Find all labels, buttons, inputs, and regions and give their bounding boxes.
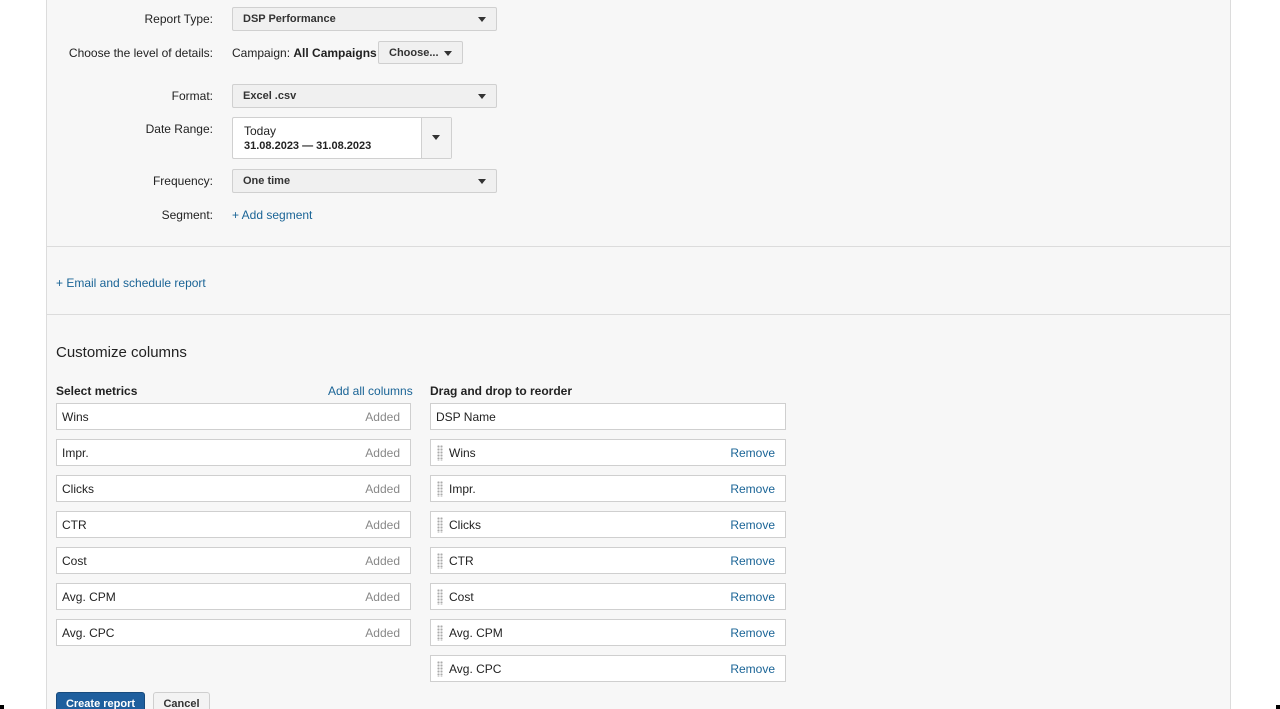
metric-row[interactable]: Impr. Added: [56, 439, 411, 466]
added-status: Added: [365, 626, 400, 640]
selected-column-name: Wins: [449, 446, 476, 460]
selected-column-name: Impr.: [449, 482, 476, 496]
cancel-button[interactable]: Cancel: [153, 692, 210, 709]
window-corner: [1276, 705, 1280, 709]
fixed-column-name: DSP Name: [436, 410, 496, 424]
metric-name: Clicks: [62, 482, 94, 496]
level-label: Choose the level of details:: [68, 46, 213, 60]
chevron-down-icon: [478, 94, 486, 99]
metric-name: Avg. CPC: [62, 626, 115, 640]
report-type-label: Report Type:: [144, 12, 213, 26]
date-range-label: Date Range:: [145, 122, 213, 136]
email-schedule-link[interactable]: + Email and schedule report: [56, 276, 206, 290]
metric-row[interactable]: CTR Added: [56, 511, 411, 538]
selected-column-name: Avg. CPC: [449, 662, 502, 676]
window-corner: [0, 705, 4, 709]
date-range-picker[interactable]: Today 31.08.2023 — 31.08.2023: [232, 117, 452, 159]
selected-column-row[interactable]: Cost Remove: [430, 583, 786, 610]
drag-handle-icon[interactable]: [437, 553, 443, 569]
metric-name: Impr.: [62, 446, 89, 460]
drag-handle-icon[interactable]: [437, 445, 443, 461]
drag-handle-icon[interactable]: [437, 661, 443, 677]
selected-column-row[interactable]: Clicks Remove: [430, 511, 786, 538]
drag-handle-icon[interactable]: [437, 589, 443, 605]
selected-column-name: Avg. CPM: [449, 626, 503, 640]
choose-button[interactable]: Choose...: [378, 41, 463, 64]
metric-row[interactable]: Wins Added: [56, 403, 411, 430]
selected-column-name: CTR: [449, 554, 474, 568]
frequency-label: Frequency:: [152, 174, 213, 188]
metric-name: Avg. CPM: [62, 590, 116, 604]
fixed-column-row: DSP Name: [430, 403, 786, 430]
segment-label: Segment:: [161, 208, 213, 222]
remove-button[interactable]: Remove: [730, 518, 775, 532]
added-status: Added: [365, 590, 400, 604]
reorder-heading: Drag and drop to reorder: [430, 384, 573, 398]
remove-button[interactable]: Remove: [730, 482, 775, 496]
chevron-down-icon: [478, 179, 486, 184]
drag-handle-icon[interactable]: [437, 625, 443, 641]
section-divider: [46, 314, 1231, 315]
level-text: Campaign: All Campaigns: [232, 46, 377, 60]
selected-column-row[interactable]: Avg. CPM Remove: [430, 619, 786, 646]
added-status: Added: [365, 518, 400, 532]
chevron-down-icon: [444, 51, 452, 56]
selected-column-name: Clicks: [449, 518, 481, 532]
remove-button[interactable]: Remove: [730, 554, 775, 568]
choose-button-label: Choose...: [389, 47, 439, 59]
metric-row[interactable]: Avg. CPM Added: [56, 583, 411, 610]
add-segment-link[interactable]: + Add segment: [232, 208, 312, 222]
customize-columns-title: Customize columns: [56, 344, 187, 361]
metric-name: Wins: [62, 410, 89, 424]
drag-handle-icon[interactable]: [437, 481, 443, 497]
frequency-value: One time: [243, 175, 291, 187]
remove-button[interactable]: Remove: [730, 662, 775, 676]
create-report-button[interactable]: Create report: [56, 692, 145, 709]
selected-column-row[interactable]: Avg. CPC Remove: [430, 655, 786, 682]
date-range-value: 31.08.2023 — 31.08.2023: [244, 140, 372, 152]
selected-column-name: Cost: [449, 590, 474, 604]
selected-column-row[interactable]: Wins Remove: [430, 439, 786, 466]
added-status: Added: [365, 446, 400, 460]
format-label: Format:: [171, 89, 213, 103]
metric-row[interactable]: Cost Added: [56, 547, 411, 574]
added-status: Added: [365, 482, 400, 496]
date-preset: Today: [244, 124, 277, 138]
format-select[interactable]: Excel .csv: [232, 84, 497, 108]
chevron-down-icon: [432, 135, 440, 140]
level-value: All Campaigns: [293, 46, 377, 60]
drag-handle-icon[interactable]: [437, 517, 443, 533]
add-all-columns-link[interactable]: Add all columns: [328, 384, 413, 398]
select-metrics-heading: Select metrics: [56, 384, 138, 398]
added-status: Added: [365, 554, 400, 568]
section-divider: [46, 246, 1231, 247]
level-prefix: Campaign:: [232, 46, 291, 60]
remove-button[interactable]: Remove: [730, 446, 775, 460]
metric-row[interactable]: Avg. CPC Added: [56, 619, 411, 646]
metric-name: CTR: [62, 518, 87, 532]
selected-column-row[interactable]: Impr. Remove: [430, 475, 786, 502]
remove-button[interactable]: Remove: [730, 626, 775, 640]
added-status: Added: [365, 410, 400, 424]
chevron-down-icon: [478, 17, 486, 22]
format-value: Excel .csv: [243, 90, 297, 102]
metric-name: Cost: [62, 554, 87, 568]
date-range-dropdown-button[interactable]: [422, 118, 451, 158]
report-type-value: DSP Performance: [243, 13, 336, 25]
metric-row[interactable]: Clicks Added: [56, 475, 411, 502]
selected-column-row[interactable]: CTR Remove: [430, 547, 786, 574]
remove-button[interactable]: Remove: [730, 590, 775, 604]
frequency-select[interactable]: One time: [232, 169, 497, 193]
report-type-select[interactable]: DSP Performance: [232, 7, 497, 31]
